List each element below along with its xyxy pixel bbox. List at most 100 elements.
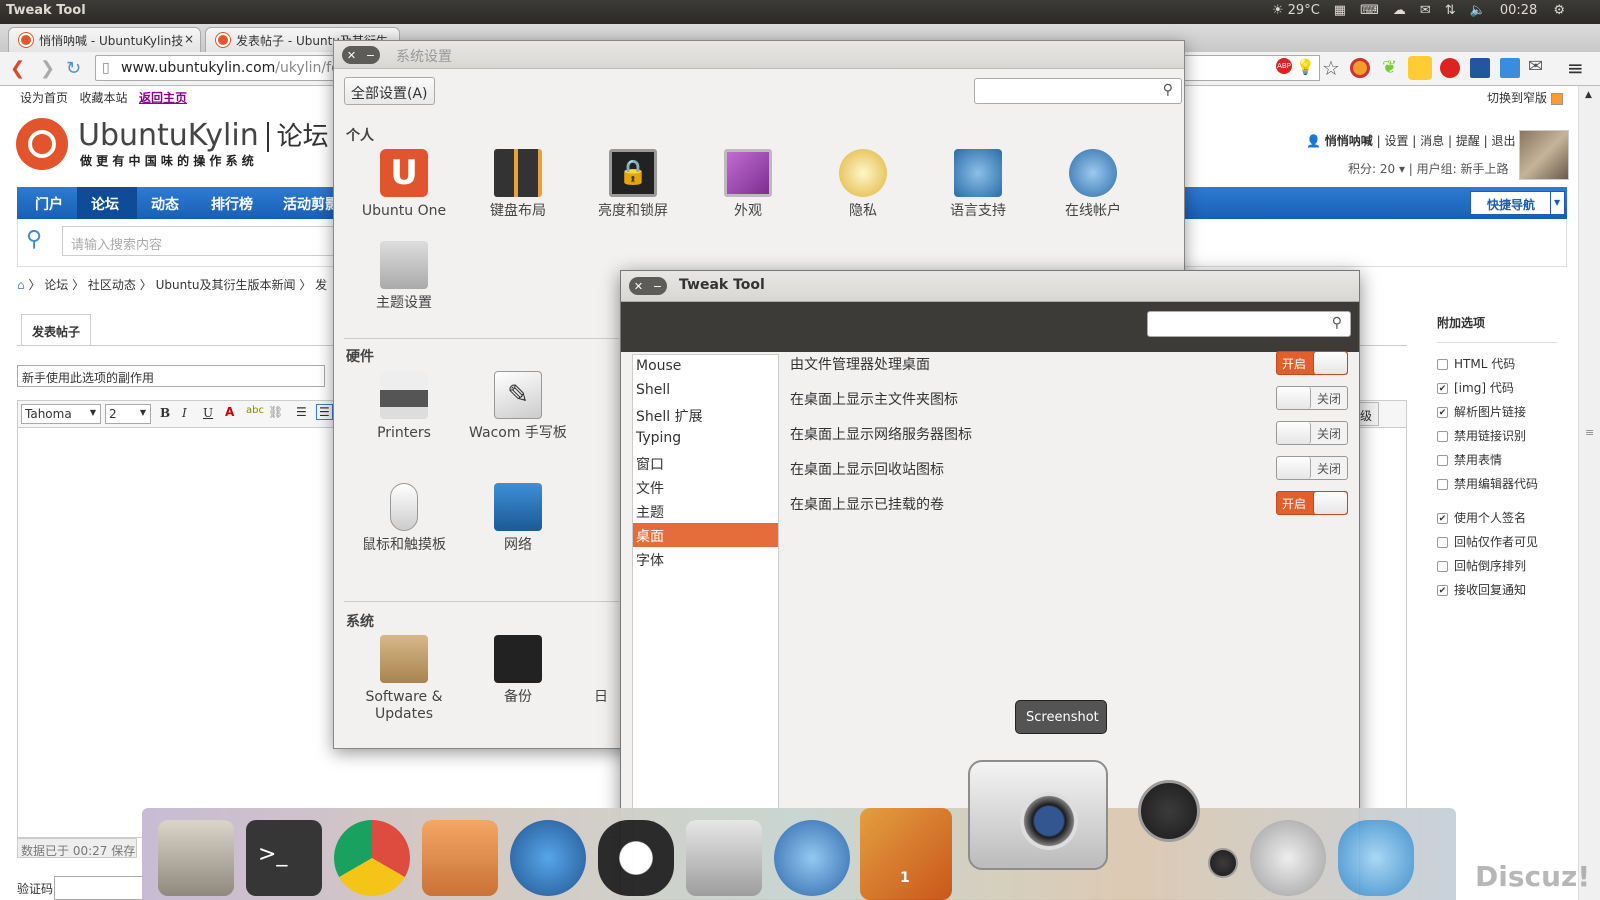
settings-gear-icon[interactable] (1250, 820, 1326, 896)
option-item[interactable]: 禁用链接识别 (1437, 427, 1526, 444)
brightness-lock-item[interactable]: 🔒 亮度和锁屏 (578, 149, 688, 220)
checkbox[interactable] (1437, 431, 1448, 442)
keyboard-icon[interactable]: ⌨ (1360, 3, 1379, 18)
back-home-link[interactable]: 返回主页 (139, 91, 187, 105)
username-link[interactable]: 悄悄呐喊 (1325, 134, 1373, 148)
checkbox[interactable] (1437, 455, 1448, 466)
toggle-switch[interactable]: 关闭 (1276, 421, 1348, 445)
power-gear-icon[interactable]: ⚙ (1553, 3, 1565, 18)
category-item[interactable]: Mouse (633, 355, 778, 379)
category-item[interactable]: 窗口 (633, 451, 778, 475)
mail-icon[interactable]: ✉ (1420, 3, 1431, 18)
align-center-icon[interactable]: ☰ (316, 404, 333, 420)
toggle-switch[interactable]: 开启 (1276, 491, 1348, 515)
extension-icon[interactable] (1350, 58, 1370, 78)
forum-search-input[interactable]: 请输入搜索内容 (62, 226, 362, 256)
option-item[interactable]: 禁用表情 (1437, 451, 1502, 468)
settings-titlebar[interactable]: ✕ − 系统设置 (334, 41, 1184, 69)
avatar[interactable] (1519, 130, 1569, 180)
thunderbird-icon[interactable] (774, 820, 850, 896)
subject-input[interactable]: 新手使用此选项的副作用 (17, 365, 325, 387)
page-scrollbar[interactable]: ▲ ≡ (1578, 86, 1600, 900)
breadcrumb-post[interactable]: 发 (315, 278, 327, 292)
category-item[interactable]: 字体 (633, 547, 778, 571)
calendar-icon[interactable]: ▦ (1334, 3, 1346, 18)
checkbox[interactable] (1437, 561, 1448, 572)
gmail-icon[interactable]: ✉ (1528, 56, 1543, 77)
bookmark-site-link[interactable]: 收藏本站 (79, 91, 127, 105)
option-item[interactable]: ✔ 接收回复通知 (1437, 581, 1526, 598)
toggle-knob[interactable] (1313, 352, 1347, 374)
link-icon[interactable]: ⛓ (268, 405, 283, 419)
set-homepage-link[interactable]: 设为首页 (20, 91, 68, 105)
align-left-icon[interactable]: ☰ (296, 405, 307, 419)
italic-icon[interactable]: I (182, 406, 187, 420)
toggle-switch[interactable]: 关闭 (1276, 386, 1348, 410)
toggle-knob[interactable] (1277, 387, 1311, 409)
mini-gauge-icon[interactable] (1208, 848, 1238, 878)
all-settings-button[interactable]: 全部设置(A) (344, 77, 435, 105)
toggle-switch[interactable]: 开启 (1276, 351, 1348, 375)
tweak-search-input[interactable]: ⚲ (1147, 311, 1351, 337)
category-item[interactable]: 文件 (633, 475, 778, 499)
messages-link[interactable]: 消息 (1420, 134, 1444, 148)
reminders-link[interactable]: 提醒 (1456, 134, 1480, 148)
chevron-down-icon[interactable]: ▼ (1550, 192, 1564, 214)
clock[interactable]: 00:28 (1500, 3, 1537, 18)
weather-icon[interactable]: ☀ (1272, 3, 1284, 18)
online-accounts-item[interactable]: 在线帐户 (1038, 149, 1148, 220)
logout-link[interactable]: 退出 (1492, 134, 1516, 148)
date-time-item[interactable]: 日 (548, 635, 608, 706)
wacom-item[interactable]: ✎ Wacom 手写板 (463, 371, 573, 442)
toggle-knob[interactable] (1277, 457, 1311, 479)
minimize-icon[interactable]: − (366, 49, 375, 62)
printers-item[interactable]: Printers (349, 371, 459, 442)
privacy-item[interactable]: 隐私 (808, 149, 918, 220)
breadcrumb-forum[interactable]: 论坛 (44, 278, 68, 292)
option-item[interactable]: HTML 代码 (1437, 355, 1515, 372)
terminal-icon[interactable]: >_ (246, 820, 322, 896)
option-item[interactable]: 回帖仅作者可见 (1437, 533, 1538, 550)
category-item[interactable]: 主题 (633, 499, 778, 523)
forward-icon[interactable]: ❯ (40, 58, 55, 79)
user-group[interactable]: 用户组: 新手上路 (1417, 162, 1509, 176)
back-icon[interactable]: ❮ (10, 58, 25, 79)
forum-logo-text[interactable]: UbuntuKylin 论坛 (78, 116, 329, 153)
volume-icon[interactable]: 🔈 (1470, 3, 1486, 18)
menu-icon[interactable]: ≡ (1567, 56, 1584, 80)
switch-width-link[interactable]: 切换到窄版 (1487, 89, 1563, 106)
address-bar-end[interactable]: ABP 💡 (1180, 55, 1320, 81)
checkbox[interactable]: ✔ (1437, 407, 1448, 418)
software-updates-item[interactable]: Software & Updates (349, 635, 459, 723)
language-support-item[interactable]: 语言支持 (923, 149, 1033, 220)
highlight-icon[interactable]: abc (246, 405, 264, 416)
extension-leaf-icon[interactable]: ❦ (1382, 57, 1397, 78)
close-icon[interactable]: ✕ (634, 280, 643, 293)
size-select[interactable]: 2 ▼ (105, 404, 151, 424)
settings-link[interactable]: 设置 (1384, 134, 1408, 148)
option-item[interactable]: 回帖倒序排列 (1437, 557, 1526, 574)
option-item[interactable]: 禁用编辑器代码 (1437, 475, 1538, 492)
extension-arrow-icon[interactable] (1470, 58, 1490, 78)
captcha-input[interactable] (54, 876, 144, 900)
software-center-icon[interactable] (422, 820, 498, 896)
toggle-knob[interactable] (1277, 422, 1311, 444)
bookmark-star-icon[interactable]: ☆ (1322, 56, 1340, 80)
qq-penguin-icon[interactable] (598, 820, 674, 896)
address-bar[interactable]: ▯ www.ubuntukylin.com/ukylin/fo (95, 55, 340, 81)
network-item[interactable]: 网络 (463, 483, 573, 554)
tab-post[interactable]: 发表帖子 (21, 314, 91, 346)
mouse-touchpad-item[interactable]: 鼠标和触摸板 (349, 483, 459, 554)
cpu-monitor-icon[interactable] (1138, 780, 1200, 842)
browser-tab-1[interactable]: 悄悄呐喊 - UbuntuKylin技 × (8, 27, 201, 52)
new-extension-icon[interactable] (1408, 56, 1432, 80)
bulb-icon[interactable]: 💡 (1296, 58, 1315, 76)
translate-icon[interactable] (1500, 58, 1520, 78)
adblock-icon[interactable]: ABP (1276, 58, 1292, 74)
checkbox[interactable]: ✔ (1437, 585, 1448, 596)
home-icon[interactable]: ⌂ (17, 278, 25, 292)
breadcrumb-news[interactable]: Ubuntu及其衍生版本新闻 (156, 278, 296, 292)
screenshot-camera-icon[interactable] (968, 760, 1108, 870)
ubuntukylin-logo-icon[interactable] (16, 118, 68, 170)
close-icon[interactable]: ✕ (347, 49, 356, 62)
